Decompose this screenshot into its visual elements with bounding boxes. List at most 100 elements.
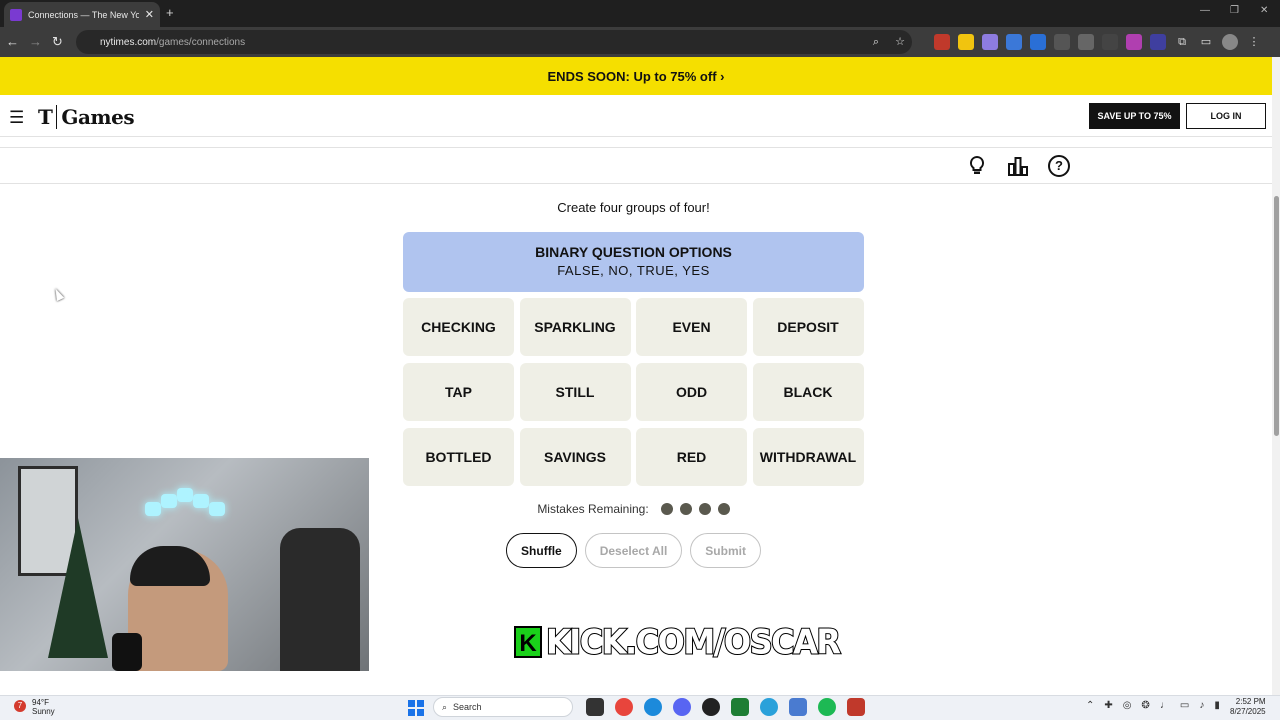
mistakes-label: Mistakes Remaining: <box>537 502 649 516</box>
stats-chart-icon[interactable] <box>1007 155 1029 177</box>
mistake-dots <box>660 503 730 515</box>
kick-logo-icon: K <box>514 626 542 658</box>
extension-icon[interactable] <box>1102 34 1118 50</box>
mouse-cursor-icon <box>51 286 65 302</box>
excel-icon[interactable] <box>731 698 749 716</box>
close-window-icon[interactable]: ✕ <box>1260 5 1268 16</box>
word-tile[interactable]: STILL <box>519 363 631 421</box>
battery-icon[interactable]: ▮ <box>1214 700 1220 711</box>
extension-icon[interactable] <box>1054 34 1070 50</box>
word-tile[interactable]: RED <box>636 428 747 486</box>
search-icon: ⌕ <box>442 701 448 712</box>
tray-app-icon[interactable]: ✚ <box>1104 700 1112 711</box>
chrome-icon[interactable] <box>615 698 633 716</box>
forward-icon[interactable]: → <box>29 34 42 49</box>
weather-widget[interactable]: 7 94°F Sunny <box>14 698 55 716</box>
voicemod-icon[interactable] <box>847 698 865 716</box>
help-icon[interactable]: ? <box>1048 155 1070 177</box>
word-tile[interactable]: TAP <box>403 363 514 421</box>
microphone <box>112 633 142 671</box>
bookmark-star-icon[interactable]: ☆ <box>892 34 908 50</box>
side-panel-icon[interactable]: ▭ <box>1198 34 1214 50</box>
submit-button[interactable]: Submit <box>690 533 761 568</box>
taskbar-search[interactable]: ⌕ Search <box>433 697 573 717</box>
minimize-icon[interactable]: — <box>1200 5 1210 16</box>
telegram-icon[interactable] <box>760 698 778 716</box>
shuffle-button[interactable]: Shuffle <box>506 533 577 568</box>
file-explorer-icon[interactable] <box>586 698 604 716</box>
notepad-icon[interactable] <box>789 698 807 716</box>
close-tab-icon[interactable]: ✕ <box>145 8 154 21</box>
gaming-chair <box>280 528 360 671</box>
promo-text: ENDS SOON: Up to 75% off › <box>547 68 725 84</box>
address-bar[interactable]: nytimes.com/games/connections <box>76 30 912 54</box>
word-tile[interactable]: BOTTLED <box>403 428 514 486</box>
log-in-button[interactable]: LOG IN <box>1186 103 1266 129</box>
promo-banner[interactable]: ENDS SOON: Up to 75% off › <box>0 57 1272 95</box>
discord-icon[interactable] <box>673 698 691 716</box>
windows-start-icon[interactable] <box>408 700 424 716</box>
taskbar-search-label: Search <box>453 702 482 712</box>
extension-icon[interactable] <box>958 34 974 50</box>
nyt-games-logo[interactable]: T Games <box>38 105 135 129</box>
browser-tab-bar: Connections — The New York T ✕ + — ❐ ✕ <box>0 0 1280 27</box>
reload-icon[interactable]: ↻ <box>52 34 63 50</box>
kick-url-text: KICK.COM/OSCAR <box>545 621 842 663</box>
spotify-icon[interactable] <box>818 698 836 716</box>
extension-icon[interactable] <box>1150 34 1166 50</box>
mistake-dot <box>679 503 692 515</box>
more-menu-icon[interactable]: ⋮ <box>1246 34 1262 50</box>
back-icon[interactable]: ← <box>6 34 19 49</box>
hamburger-menu-icon[interactable]: ☰ <box>9 108 24 128</box>
site-header: ☰ T Games <box>0 95 1272 137</box>
tab-title: Connections — The New York T <box>28 9 139 20</box>
word-tile[interactable]: DEPOSIT <box>752 298 864 356</box>
zoom-icon[interactable]: ⌕ <box>868 34 884 50</box>
word-grid: CHECKING SPARKLING EVEN DEPOSIT TAP STIL… <box>403 298 864 486</box>
new-tab-icon[interactable]: + <box>166 5 174 20</box>
deselect-all-button[interactable]: Deselect All <box>584 533 683 568</box>
scrollbar-thumb[interactable] <box>1274 196 1279 436</box>
extension-icon[interactable] <box>1030 34 1046 50</box>
hex-light-panels <box>145 488 225 518</box>
word-tile[interactable]: SAVINGS <box>519 428 631 486</box>
profile-avatar-icon[interactable] <box>1222 34 1238 50</box>
extension-icon[interactable] <box>1078 34 1094 50</box>
speaker-icon[interactable]: ♪ <box>1199 700 1204 711</box>
word-tile[interactable]: CHECKING <box>403 298 514 356</box>
game-instructions: Create four groups of four! <box>557 200 710 215</box>
solved-group-title: BINARY QUESTION OPTIONS <box>535 244 732 260</box>
puzzle-extensions-icon[interactable]: ⧉ <box>1174 34 1190 50</box>
word-tile[interactable]: BLACK <box>752 363 864 421</box>
extension-icon[interactable] <box>934 34 950 50</box>
save-up-to-75-button[interactable]: SAVE UP TO 75% <box>1089 103 1180 129</box>
system-tray: ⌃ ✚ ◎ ❂ ♩ ▭ ♪ ▮ <box>1086 700 1220 711</box>
edge-icon[interactable] <box>644 698 662 716</box>
word-tile[interactable]: ODD <box>636 363 747 421</box>
display-icon[interactable]: ▭ <box>1180 700 1189 711</box>
game-actions: Shuffle Deselect All Submit <box>403 533 864 568</box>
christmas-tree <box>48 518 108 658</box>
tray-app-icon[interactable]: ❂ <box>1142 700 1150 711</box>
extension-icon[interactable] <box>982 34 998 50</box>
maximize-icon[interactable]: ❐ <box>1230 5 1239 16</box>
hint-lightbulb-icon[interactable] <box>966 155 988 177</box>
extension-icon[interactable] <box>1006 34 1022 50</box>
microphone-icon[interactable]: ♩ <box>1160 700 1170 711</box>
browser-tab[interactable]: Connections — The New York T ✕ <box>4 2 160 27</box>
extension-icon[interactable] <box>1126 34 1142 50</box>
webcam-overlay <box>0 458 369 671</box>
solved-group: BINARY QUESTION OPTIONS FALSE, NO, TRUE,… <box>403 232 864 292</box>
chevron-up-icon[interactable]: ⌃ <box>1086 700 1094 711</box>
word-tile[interactable]: SPARKLING <box>519 298 631 356</box>
taskbar-clock[interactable]: 2:52 PM 8/27/2025 <box>1230 697 1266 717</box>
taskbar-apps <box>586 698 865 716</box>
weather-temp: 94°F <box>32 698 49 707</box>
weather-alert-icon: 7 <box>14 700 26 712</box>
obs-icon[interactable] <box>702 698 720 716</box>
mistake-dot <box>717 503 730 515</box>
tray-app-icon[interactable]: ◎ <box>1123 700 1132 711</box>
word-tile[interactable]: WITHDRAWAL <box>752 428 864 486</box>
mistake-dot <box>698 503 711 515</box>
word-tile[interactable]: EVEN <box>636 298 747 356</box>
